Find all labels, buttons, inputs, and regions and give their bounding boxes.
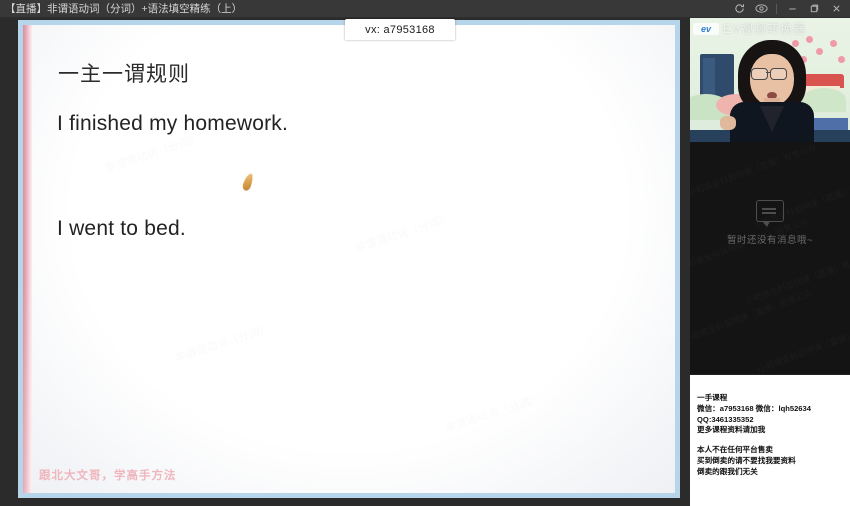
minimize-button[interactable] <box>781 0 803 18</box>
contact-more: 更多课程资料请加我 <box>697 425 766 435</box>
slide-sentence-2: I went to bed. <box>57 217 186 240</box>
teacher-figure <box>720 40 814 142</box>
chat-watermark: 小初高全科目网课（直播）有售公众 <box>690 287 814 345</box>
window-controls <box>728 0 850 18</box>
maximize-button[interactable] <box>803 0 825 18</box>
contact-info-block: 一手课程 微信：a7953168 微信：lqh52634 QQ:34613353… <box>697 393 845 436</box>
vx-tab-label: vx: a7953168 <box>365 23 435 36</box>
contact-wechat: 微信：a7953168 微信：lqh52634 <box>697 403 811 413</box>
close-button[interactable] <box>825 0 847 18</box>
right-panel: ev EV视频转换器 小初高全科目网课（直播）有售公众 小初高全科目网课（直播）… <box>690 18 850 506</box>
ev-watermark-text: EV视频转换器 <box>723 22 807 36</box>
slide-footer-watermark: 跟北大文哥，学高手方法 <box>39 470 177 482</box>
app-window: 【直播】非谓语动词（分词）+语法填空精练（上） vx: a7953168 一主一… <box>0 0 850 506</box>
contact-qq: QQ:3461335352 <box>697 414 754 424</box>
window-title: 【直播】非谓语动词（分词）+语法填空精练（上） <box>5 3 243 15</box>
contact-notice-1: 本人不在任何平台售卖 <box>697 445 773 455</box>
chat-empty-text: 暂时还没有消息哦~ <box>726 235 814 246</box>
slide-accent-bar-fade <box>23 25 32 493</box>
titlebar-divider <box>776 3 777 14</box>
glasses-icon <box>751 68 768 80</box>
contact-card: 一手课程 微信：a7953168 微信：lqh52634 QQ:34613353… <box>690 375 850 506</box>
chat-watermark: 小初高全科目网课（直播）有售公众 <box>744 249 850 307</box>
chat-empty-state: 暂时还没有消息哦~ <box>690 200 850 246</box>
glasses-icon <box>770 68 787 80</box>
panel-divider <box>684 18 690 506</box>
contact-notice-3: 倒卖的跟我们无关 <box>697 466 758 476</box>
contact-notice-block: 本人不在任何平台售卖 买到倒卖的请不要找我要资料 倒卖的跟我们无关 <box>697 445 845 477</box>
window-bottom-fill <box>0 498 690 506</box>
chat-bubble-icon <box>756 200 784 227</box>
chat-watermark: 小初高全科目网课（直播）有售公众 <box>756 317 850 374</box>
vx-tab[interactable]: vx: a7953168 <box>345 19 455 40</box>
refresh-icon[interactable] <box>728 0 750 18</box>
slide-sentence-1: I finished my homework. <box>57 112 289 135</box>
slide-frame: 非谓语动词（分词） 非谓语动词（分词） 非谓语动词（分词） 非谓语动词（分词） … <box>18 20 680 498</box>
slide-background <box>23 25 675 493</box>
teacher-hand <box>720 116 736 130</box>
slide-title: 一主一谓规则 <box>58 63 190 86</box>
teacher-video[interactable]: ev EV视频转换器 <box>690 18 850 142</box>
eye-icon[interactable] <box>750 0 772 18</box>
chat-panel[interactable]: 小初高全科目网课（直播）有售公众 小初高全科目网课（直播）有售公众 小初高全科目… <box>690 142 850 374</box>
contact-notice-2: 买到倒卖的请不要找我要资料 <box>697 455 796 465</box>
ev-logo-icon: ev <box>693 22 719 35</box>
contact-heading: 一手课程 <box>697 393 728 402</box>
window-titlebar: 【直播】非谓语动词（分词）+语法填空精练（上） <box>0 0 850 18</box>
glasses-bridge <box>766 72 771 74</box>
slide-canvas[interactable]: 非谓语动词（分词） 非谓语动词（分词） 非谓语动词（分词） 非谓语动词（分词） … <box>23 25 675 493</box>
chat-watermark: 小初高全科目网课（直播）有售公众 <box>690 142 818 199</box>
ev-watermark: ev EV视频转换器 <box>693 20 806 37</box>
